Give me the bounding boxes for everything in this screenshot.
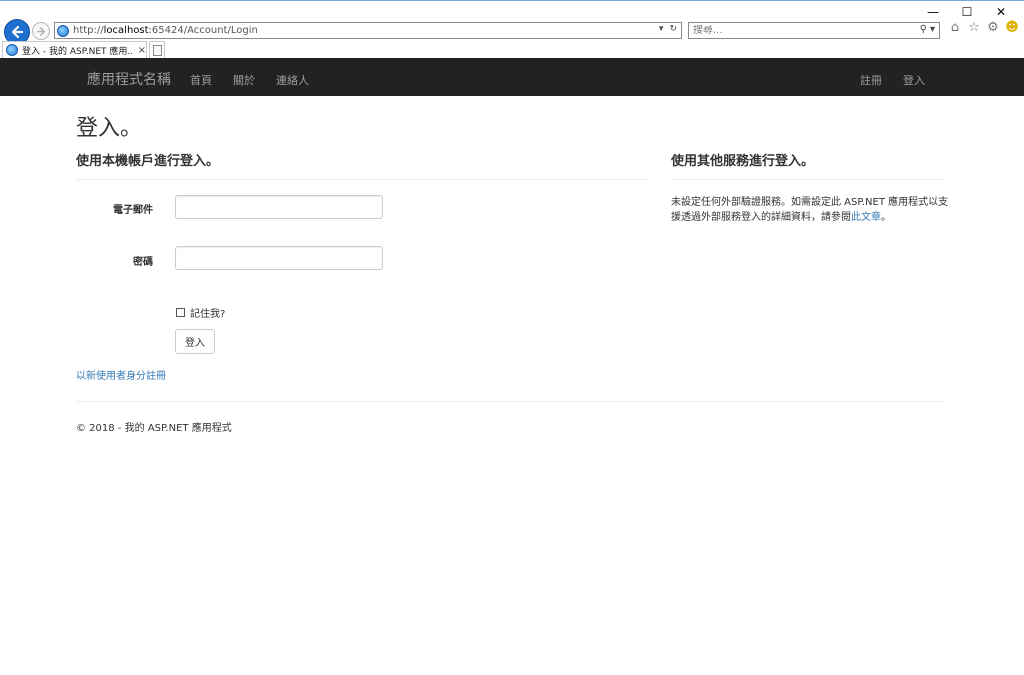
local-login-heading: 使用本機帳戶進行登入。 bbox=[76, 154, 220, 169]
article-link[interactable]: 此文章 bbox=[851, 212, 881, 223]
ie-favicon-icon bbox=[57, 24, 69, 37]
address-url: http://localhost:65424/Account/Login bbox=[73, 25, 258, 36]
browser-tab[interactable]: 登入 - 我的 ASP.NET 應用... × bbox=[2, 41, 147, 58]
browser-toolbar-icons: ⌂ ☆ ⚙ ☻ bbox=[948, 21, 1019, 35]
maximize-icon[interactable]: ☐ bbox=[950, 3, 984, 21]
nav-link-about[interactable]: 關於 bbox=[233, 72, 255, 88]
footer-copyright: © 2018 - 我的 ASP.NET 應用程式 bbox=[76, 423, 232, 434]
tab-favicon-icon bbox=[6, 44, 18, 56]
external-auth-info: 未設定任何外部驗證服務。如需設定此 ASP.NET 應用程式以支援透過外部服務登… bbox=[671, 197, 949, 223]
nav-link-register[interactable]: 註冊 bbox=[860, 72, 882, 88]
password-label: 密碼 bbox=[133, 257, 153, 268]
tab-close-icon[interactable]: × bbox=[138, 45, 146, 56]
login-button[interactable]: 登入 bbox=[175, 329, 215, 354]
nav-link-contact[interactable]: 連絡人 bbox=[276, 72, 309, 88]
footer-divider bbox=[76, 401, 945, 402]
remember-me-checkbox[interactable]: 記住我? bbox=[176, 305, 225, 320]
external-login-heading: 使用其他服務進行登入。 bbox=[671, 154, 815, 169]
browser-chrome: — ☐ ✕ http://localhost:65424/Account/Log… bbox=[0, 0, 1024, 58]
new-tab-icon bbox=[152, 44, 162, 56]
email-label: 電子郵件 bbox=[113, 205, 153, 216]
checkbox-box[interactable] bbox=[176, 308, 185, 317]
email-field[interactable] bbox=[175, 195, 383, 219]
tab-title: 登入 - 我的 ASP.NET 應用... bbox=[22, 46, 132, 57]
dropdown-chevron-icon[interactable]: ▾ bbox=[659, 24, 664, 34]
forward-button[interactable] bbox=[32, 22, 50, 40]
window-controls: — ☐ ✕ bbox=[916, 3, 1018, 21]
search-dropdown-icon[interactable]: ▾ bbox=[930, 24, 935, 35]
password-field[interactable] bbox=[175, 246, 383, 270]
home-icon[interactable]: ⌂ bbox=[948, 21, 962, 35]
feedback-smiley-icon[interactable]: ☻ bbox=[1005, 21, 1019, 35]
local-divider bbox=[76, 179, 648, 180]
remember-me-label: 記住我? bbox=[190, 309, 226, 320]
browser-search-input[interactable] bbox=[693, 25, 893, 36]
external-divider bbox=[671, 179, 945, 180]
close-window-icon[interactable]: ✕ bbox=[984, 3, 1018, 21]
arrow-right-icon bbox=[36, 26, 45, 36]
settings-gear-icon[interactable]: ⚙ bbox=[986, 21, 1000, 35]
browser-search-box[interactable]: ⚲ ▾ bbox=[688, 22, 940, 39]
navbar-brand[interactable]: 應用程式名稱 bbox=[87, 69, 171, 89]
favorites-star-icon[interactable]: ☆ bbox=[967, 21, 981, 35]
nav-link-home[interactable]: 首頁 bbox=[190, 72, 212, 88]
refresh-icon[interactable]: ↻ bbox=[669, 24, 677, 34]
site-navbar: 應用程式名稱 首頁 關於 連絡人 註冊 登入 bbox=[0, 58, 1024, 96]
register-link[interactable]: 以新使用者身分註冊 bbox=[76, 367, 166, 382]
new-tab-button[interactable] bbox=[149, 41, 165, 58]
minimize-icon[interactable]: — bbox=[916, 3, 950, 21]
page-title: 登入。 bbox=[76, 116, 143, 141]
search-icon[interactable]: ⚲ bbox=[920, 24, 927, 35]
address-bar[interactable]: http://localhost:65424/Account/Login ▾ ↻ bbox=[54, 22, 682, 39]
arrow-left-icon bbox=[11, 25, 24, 39]
nav-link-login[interactable]: 登入 bbox=[903, 72, 925, 88]
